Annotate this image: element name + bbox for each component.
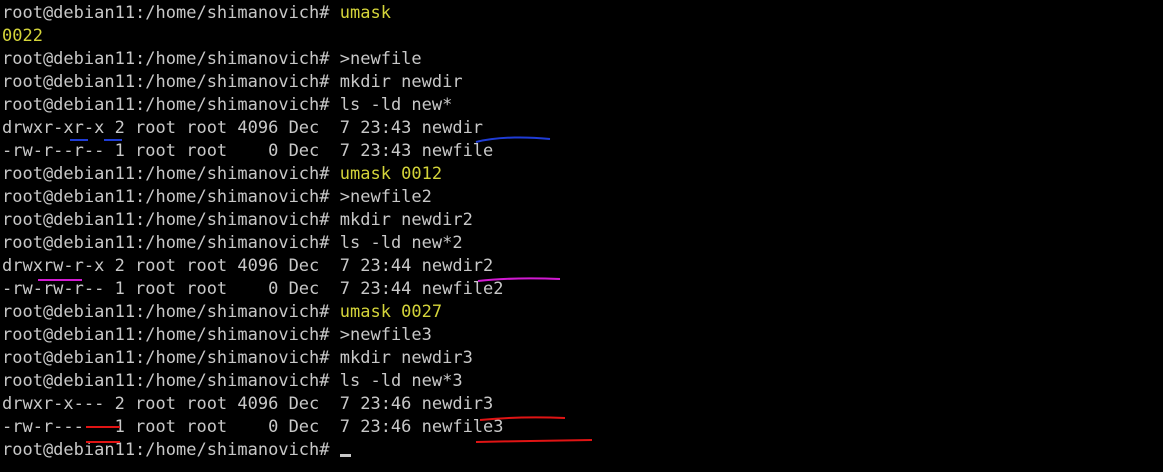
shell-prompt: root@debian11:/home/shimanovich# [2, 210, 340, 230]
command-text: umask [339, 3, 391, 23]
underline-red-newfile3 [475, 439, 593, 443]
terminal-line: root@debian11:/home/shimanovich# umask 0… [2, 301, 442, 324]
command-text: mkdir newdir [339, 72, 463, 92]
shell-prompt: root@debian11:/home/shimanovich# [2, 3, 340, 23]
terminal-line: -rw-r----- 1 root root 0 Dec 7 23:46 new… [2, 416, 504, 439]
command-text: ls -ld new*2 [339, 233, 463, 253]
terminal-line: drwxr-xr-x 2 root root 4096 Dec 7 23:43 … [2, 117, 483, 140]
terminal-line: -rw-r--r-- 1 root root 0 Dec 7 23:43 new… [2, 140, 493, 163]
text-cursor [339, 454, 351, 457]
output-text: -rw-r--r-- 1 root root 0 Dec 7 23:43 new… [2, 141, 494, 161]
terminal-line: drwxrw-r-x 2 root root 4096 Dec 7 23:44 … [2, 255, 493, 278]
shell-prompt: root@debian11:/home/shimanovich# [2, 371, 340, 391]
command-text: mkdir newdir3 [339, 348, 473, 368]
shell-prompt: root@debian11:/home/shimanovich# [2, 233, 340, 253]
shell-prompt: root@debian11:/home/shimanovich# [2, 348, 340, 368]
output-text: drwxr-x--- 2 root root 4096 Dec 7 23:46 … [2, 394, 494, 414]
terminal-line: root@debian11:/home/shimanovich# >newfil… [2, 48, 422, 71]
shell-prompt: root@debian11:/home/shimanovich# [2, 187, 340, 207]
terminal-line: root@debian11:/home/shimanovich# mkdir n… [2, 347, 473, 370]
command-text: >newfile [339, 49, 422, 69]
command-text: ls -ld new* [339, 95, 453, 115]
terminal-line: root@debian11:/home/shimanovich# [2, 439, 351, 462]
output-text: -rw-r----- 1 root root 0 Dec 7 23:46 new… [2, 417, 504, 437]
terminal-line: root@debian11:/home/shimanovich# >newfil… [2, 324, 432, 347]
command-text: mkdir newdir2 [339, 210, 473, 230]
command-text: ls -ld new*3 [339, 371, 463, 391]
terminal-line: root@debian11:/home/shimanovich# umask 0… [2, 163, 442, 186]
terminal-line: drwxr-x--- 2 root root 4096 Dec 7 23:46 … [2, 393, 493, 416]
command-text: >newfile2 [339, 187, 432, 207]
shell-prompt: root@debian11:/home/shimanovich# [2, 440, 340, 460]
shell-prompt: root@debian11:/home/shimanovich# [2, 72, 340, 92]
output-text: drwxr-xr-x 2 root root 4096 Dec 7 23:43 … [2, 118, 484, 138]
output-text: drwxrw-r-x 2 root root 4096 Dec 7 23:44 … [2, 256, 494, 276]
output-text: -rw-rw-r-- 1 root root 0 Dec 7 23:44 new… [2, 279, 504, 299]
terminal-line: -rw-rw-r-- 1 root root 0 Dec 7 23:44 new… [2, 278, 504, 301]
shell-prompt: root@debian11:/home/shimanovich# [2, 302, 340, 322]
terminal-line: 0022 [2, 25, 43, 48]
shell-prompt: root@debian11:/home/shimanovich# [2, 164, 340, 184]
shell-prompt: root@debian11:/home/shimanovich# [2, 325, 340, 345]
command-text: umask 0027 [339, 302, 443, 322]
output-text: 0022 [2, 26, 43, 46]
terminal-line: root@debian11:/home/shimanovich# mkdir n… [2, 71, 463, 94]
terminal-line: root@debian11:/home/shimanovich# mkdir n… [2, 209, 473, 232]
terminal-line: root@debian11:/home/shimanovich# ls -ld … [2, 94, 452, 117]
terminal-line: root@debian11:/home/shimanovich# ls -ld … [2, 232, 463, 255]
terminal-window[interactable]: root@debian11:/home/shimanovich# umask 00… [0, 0, 1163, 472]
terminal-line: root@debian11:/home/shimanovich# ls -ld … [2, 370, 463, 393]
shell-prompt: root@debian11:/home/shimanovich# [2, 49, 340, 69]
terminal-line: root@debian11:/home/shimanovich# >newfil… [2, 186, 432, 209]
shell-prompt: root@debian11:/home/shimanovich# [2, 95, 340, 115]
terminal-line: root@debian11:/home/shimanovich# umask [2, 2, 391, 25]
command-text: >newfile3 [339, 325, 432, 345]
command-text: umask 0012 [339, 164, 443, 184]
